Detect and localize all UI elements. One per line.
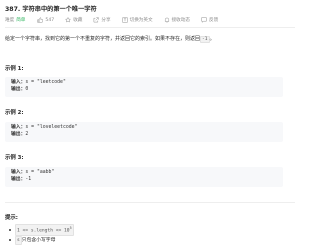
description-code: -1	[200, 36, 210, 43]
example-block: 输入：s = "aabb" 输出：-1	[5, 167, 283, 187]
input-label: 输入：	[11, 80, 26, 85]
example-output: 0	[25, 86, 29, 92]
tip-text: 只包含小写字母	[21, 237, 56, 243]
example-output-line: 输出：2	[11, 132, 277, 139]
example-input: s = "aabb"	[25, 170, 55, 175]
divider	[5, 202, 295, 203]
switch-language-label: 切换为英文	[129, 18, 153, 23]
example-title: 示例 2:	[5, 110, 24, 116]
problem-description: 给定一个字符串，找到它的第一个不重复的字符，并返回它的索引。如果不存在，则返回 -…	[5, 35, 215, 43]
example-block: 输入：s = "loveleetcode" 输出：2	[5, 122, 283, 142]
description-text-end: 。	[209, 36, 215, 42]
translate-icon	[121, 17, 128, 23]
favorite-label: 收藏	[73, 18, 83, 23]
difficulty-info: 难度 简单	[5, 17, 31, 23]
example-output-line: 输出：-1	[11, 177, 277, 184]
input-label: 输入：	[11, 170, 26, 175]
switch-language-button[interactable]: 切换为英文	[121, 17, 153, 23]
share-icon	[94, 17, 100, 23]
star-icon	[65, 17, 72, 23]
tip-item: 1 <= s.length <= 105	[9, 224, 74, 236]
problem-title: 387. 字符串中的第一个唯一字符	[5, 6, 97, 13]
input-label: 输入：	[11, 125, 26, 130]
divider	[5, 27, 295, 28]
share-label: 分享	[101, 18, 111, 23]
output-label: 输出：	[11, 131, 26, 137]
favorite-button[interactable]: 收藏	[65, 17, 82, 23]
difficulty-badge: 简单	[16, 18, 26, 23]
difficulty-prefix: 难度	[5, 18, 15, 23]
feedback-icon	[201, 17, 207, 23]
tip-item: s 只包含小写字母	[9, 235, 74, 245]
bullet	[9, 228, 11, 231]
tip-constraint: 1 <= s.length <= 10	[17, 228, 70, 234]
bell-icon	[164, 17, 169, 23]
problem-meta-bar: 难度 简单 547 收藏 分享 切换为英文 接收动态 反馈	[5, 16, 229, 24]
output-label: 输出：	[11, 86, 26, 92]
example-output: 2	[25, 131, 29, 137]
thumbs-up-icon	[37, 17, 44, 23]
notify-label: 接收动态	[171, 18, 190, 23]
share-button[interactable]: 分享	[93, 17, 111, 23]
tips-list: 1 <= s.length <= 105 s 只包含小写字母	[9, 224, 74, 245]
feedback-button[interactable]: 反馈	[201, 17, 218, 23]
example-input-line: 输入：s = "loveleetcode"	[11, 125, 277, 132]
example-block: 输入：s = "leetcode" 输出：0	[5, 77, 283, 97]
tip-code: s	[15, 235, 22, 245]
example-input: s = "loveleetcode"	[25, 125, 78, 130]
example-input: s = "leetcode"	[25, 80, 66, 85]
example-title: 示例 3:	[5, 155, 24, 161]
tip-code: 1 <= s.length <= 105	[15, 224, 74, 236]
example-input-line: 输入：s = "aabb"	[11, 170, 277, 177]
like-button[interactable]: 547	[37, 17, 54, 23]
example-title: 示例 1:	[5, 66, 24, 72]
bullet	[9, 239, 11, 242]
output-label: 输出：	[11, 176, 26, 182]
description-text: 给定一个字符串，找到它的第一个不重复的字符，并返回它的索引。如果不存在，则返回	[5, 36, 201, 42]
tip-exponent: 5	[69, 226, 72, 230]
notify-button[interactable]: 接收动态	[164, 17, 190, 23]
like-count: 547	[45, 17, 55, 23]
example-output: -1	[25, 176, 32, 182]
example-input-line: 输入：s = "leetcode"	[11, 80, 277, 87]
tips-title: 提示:	[5, 215, 18, 221]
example-output-line: 输出：0	[11, 87, 277, 94]
feedback-label: 反馈	[208, 18, 219, 23]
